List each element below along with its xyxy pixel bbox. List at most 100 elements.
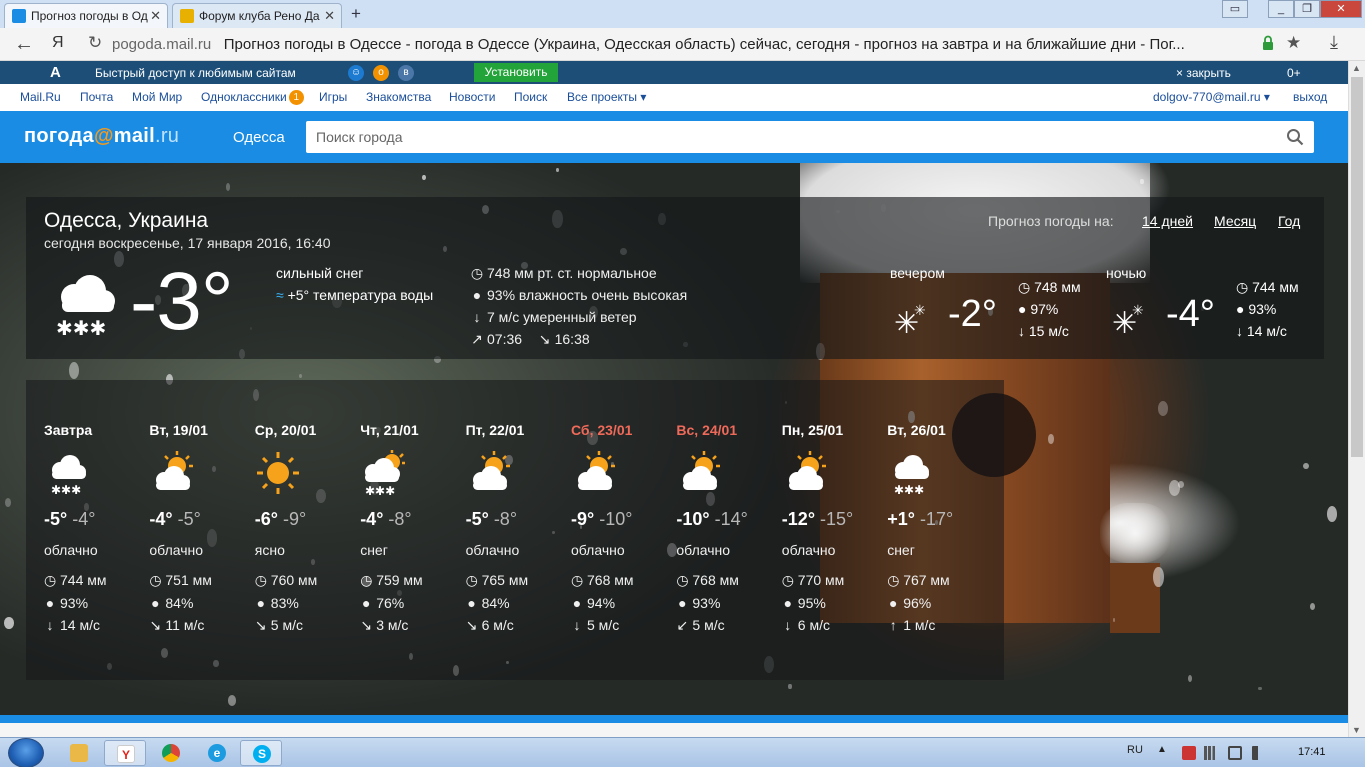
- bookmark-star-icon[interactable]: ★: [1286, 33, 1301, 53]
- forecast-day[interactable]: Пт, 22/01 -5° -8° облачно ◷ 765 мм ● 84% ↘ 6 м/с: [466, 422, 571, 634]
- portal-link-dating[interactable]: Знакомства: [366, 90, 431, 104]
- forecast-day-temp: -6°: [254, 509, 278, 529]
- forecast-condition: облачно: [781, 542, 836, 558]
- sunset-time: 16:38: [554, 331, 590, 347]
- forecast-tab-year[interactable]: Год: [1278, 213, 1300, 229]
- water-waves-icon: ≈: [276, 287, 284, 303]
- forecast-day[interactable]: Пн, 25/01 -12° -15° облачно ◷ 770 мм ● 95% ↓ 6 м…: [782, 422, 887, 633]
- forecast-tab-month[interactable]: Месяц: [1214, 213, 1256, 229]
- tab-forum[interactable]: Форум клуба Рено Да ✕: [172, 3, 342, 28]
- url-field[interactable]: pogoda.mail.ru Прогноз погоды в Одессе -…: [112, 36, 1252, 53]
- search-icon[interactable]: [1286, 128, 1304, 146]
- night-pressure-value: 744 мм: [1252, 279, 1299, 295]
- city-search-input[interactable]: [316, 127, 1266, 147]
- device-icon[interactable]: [1228, 746, 1242, 760]
- portal-link-mail[interactable]: Почта: [80, 90, 113, 104]
- forecast-day[interactable]: Завтра ✱✱✱ -5° -4° облачно ◷ 744 мм ● 93% ↓ 14 м/…: [44, 422, 149, 633]
- action-center-flag-icon[interactable]: [1182, 746, 1196, 760]
- portal-link-all-projects[interactable]: Все проекты ▾: [567, 90, 646, 104]
- start-button[interactable]: [8, 738, 44, 767]
- forecast-day-temp: -4°: [360, 509, 384, 529]
- snow-cloud-icon: ✱✱✱: [894, 455, 930, 497]
- taskbar-chrome[interactable]: [150, 740, 192, 766]
- promo-close-link[interactable]: × закрыть: [1176, 66, 1231, 80]
- scroll-up-icon[interactable]: ▲: [1352, 63, 1361, 73]
- scrollbar-thumb[interactable]: [1351, 77, 1363, 457]
- mailru-agent-icon[interactable]: ☺: [348, 65, 364, 81]
- night-temperature: -4°: [1166, 293, 1215, 335]
- forecast-day-name: Чт, 21/01: [360, 422, 419, 438]
- vkontakte-icon[interactable]: в: [398, 65, 414, 81]
- pressure-icon: ◷: [1236, 279, 1253, 295]
- browser-menu-button[interactable]: ▭: [1222, 0, 1248, 18]
- tab-weather[interactable]: Прогноз погоды в Од ✕: [4, 3, 168, 28]
- forecast-pressure-value: 759 мм: [376, 572, 423, 588]
- sun-icon: [256, 452, 299, 494]
- forecast-pressure: ◷ 768 мм: [571, 572, 676, 589]
- pogoda-mailru-logo[interactable]: погода@mail.ru: [24, 125, 179, 148]
- forecast-pressure-value: 767 мм: [903, 572, 950, 588]
- odnoklassniki-icon[interactable]: о: [373, 65, 389, 81]
- portal-link-odnoklassniki[interactable]: Одноклассники 1: [201, 90, 304, 105]
- browser-tab-bar: Прогноз погоды в Од ✕ Форум клуба Рено Д…: [0, 0, 1365, 28]
- portal-link-news[interactable]: Новости: [449, 90, 495, 104]
- taskbar-yandex-browser[interactable]: Y: [104, 740, 146, 766]
- tray-expand-icon[interactable]: ▲: [1157, 744, 1167, 755]
- language-indicator[interactable]: RU: [1127, 744, 1143, 756]
- minimize-button[interactable]: _: [1268, 0, 1294, 18]
- signal-bars-icon[interactable]: [1204, 746, 1218, 760]
- forecast-wind-value: 6 м/с: [481, 617, 514, 633]
- url-domain: pogoda.mail.ru: [112, 36, 212, 53]
- forecast-night-temp: -9°: [283, 509, 307, 529]
- forecast-day[interactable]: Вт, 19/01 -4° -5° облачно ◷ 751 мм ● 84% ↘ 11 м/…: [149, 422, 254, 634]
- download-icon[interactable]: ⤓: [1330, 32, 1338, 53]
- forecast-day[interactable]: Ср, 20/01 -6° -9° ясно ◷ 760 мм ● 83% ↘ 5 м/с: [255, 422, 360, 634]
- forecast-tab-14-days[interactable]: 14 дней: [1142, 213, 1193, 229]
- pressure-icon: ◷: [44, 572, 57, 588]
- forecast-pressure: ◷ 765 мм: [466, 572, 571, 589]
- forecast-day[interactable]: Сб, 23/01 -9° -10° облачно ◷ 768 мм ● 94% ↓ 5 м/…: [571, 422, 676, 633]
- maximize-button[interactable]: ❐: [1294, 0, 1320, 18]
- tab-close-icon[interactable]: ✕: [150, 8, 161, 24]
- scroll-down-icon[interactable]: ▼: [1352, 725, 1361, 735]
- current-city-title: Одесса, Украина: [44, 209, 209, 232]
- user-account-menu[interactable]: dolgov-770@mail.ru ▾: [1153, 90, 1270, 104]
- forecast-wind: ↓ 6 м/с: [782, 617, 887, 633]
- portal-link-search[interactable]: Поиск: [514, 90, 547, 104]
- taskbar-skype[interactable]: S: [240, 740, 282, 766]
- portal-link-games[interactable]: Игры: [319, 90, 347, 104]
- forecast-humidity-value: 83%: [270, 595, 299, 611]
- close-window-button[interactable]: ✕: [1320, 0, 1362, 18]
- forecast-day[interactable]: Вс, 24/01 -10° -14° облачно ◷ 768 мм ● 93% ↙ 5 м…: [676, 422, 781, 634]
- forecast-day-temp: -12°: [781, 509, 816, 529]
- system-clock[interactable]: 17:41: [1298, 746, 1326, 758]
- volume-icon[interactable]: [1252, 746, 1266, 760]
- wind-direction-icon: ↓: [573, 617, 581, 633]
- logout-link[interactable]: выход: [1293, 90, 1327, 104]
- forecast-day[interactable]: Чт, 21/01 ✱✱✱ -4° -8° снег ◷ 759 мм ● 76% ↘ 3 м/с: [360, 422, 465, 634]
- forecast-temperature: -5° -8°: [466, 509, 571, 530]
- portal-link-mymir[interactable]: Мой Мир: [132, 90, 182, 104]
- yandex-browser-icon: Y: [117, 745, 135, 763]
- yandex-button[interactable]: Я: [52, 34, 64, 52]
- humidity-drop-icon: ●: [467, 595, 476, 611]
- tab-close-icon[interactable]: ✕: [324, 8, 335, 24]
- forecast-condition: ясно: [254, 542, 285, 558]
- forecast-day[interactable]: Вт, 26/01 ✱✱✱ +1° -17° снег ◷ 767 мм ● 96% ↑ 1 м/…: [887, 422, 992, 633]
- snow-cloud-icon: ✱✱✱: [51, 455, 86, 497]
- back-button[interactable]: ←: [14, 33, 34, 56]
- forecast-day-name: Вт, 19/01: [149, 422, 208, 438]
- install-button[interactable]: Установить: [474, 63, 558, 82]
- reload-button[interactable]: ↻: [88, 33, 102, 53]
- taskbar-explorer[interactable]: [58, 740, 100, 766]
- taskbar-internet-explorer[interactable]: e: [196, 740, 238, 766]
- portal-link-mailru[interactable]: Mail.Ru: [20, 90, 61, 104]
- current-city-link[interactable]: Одесса: [233, 129, 285, 146]
- humidity-value: 93% влажность очень высокая: [487, 287, 688, 303]
- sunrise-icon: ↗: [471, 331, 483, 347]
- forecast-humidity-value: 84%: [165, 595, 194, 611]
- pressure-icon: ◷: [781, 572, 795, 588]
- new-tab-button[interactable]: +: [346, 5, 366, 23]
- page-scrollbar[interactable]: ▲ ▼: [1348, 61, 1365, 737]
- humidity-drop-icon: ●: [151, 595, 160, 611]
